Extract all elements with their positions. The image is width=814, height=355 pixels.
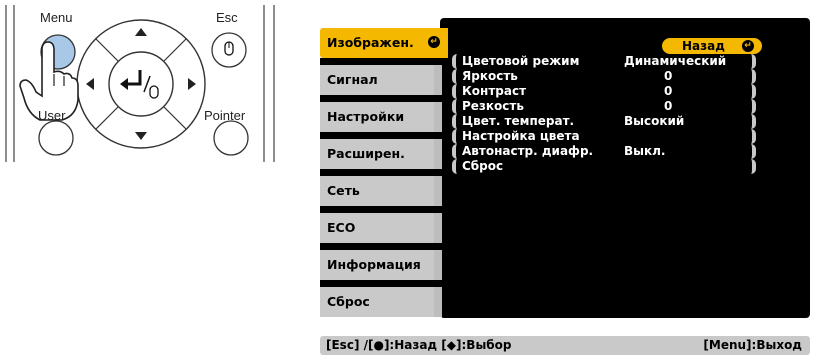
enter-icon: ↵ xyxy=(428,36,440,48)
tab-reset[interactable]: Сброс xyxy=(320,287,442,317)
tab-separator xyxy=(320,206,442,213)
back-button[interactable]: Назад ↵ xyxy=(662,38,762,54)
menu-item-brightness[interactable]: Яркость 0 xyxy=(452,69,756,84)
remote-control-drawing xyxy=(5,5,275,162)
help-exit-text: [Menu]:Выход xyxy=(703,338,802,352)
menu-item-color-temp[interactable]: Цвет. температ. Высокий xyxy=(452,114,756,129)
tab-label: ECO xyxy=(327,220,356,235)
tab-eco[interactable]: ECO xyxy=(320,213,442,243)
menu-item-value: 0 xyxy=(664,69,673,83)
menu-item-label: Сброс xyxy=(462,159,504,173)
menu-item-value: Выкл. xyxy=(624,144,666,158)
tab-separator xyxy=(320,58,442,65)
back-button-label: Назад xyxy=(682,39,725,53)
tab-separator xyxy=(320,243,442,250)
tab-signal[interactable]: Сигнал xyxy=(320,65,442,95)
menu-item-sharpness[interactable]: Резкость 0 xyxy=(452,99,756,114)
tab-separator xyxy=(320,95,442,102)
menu-item-label: Автонастр. диафр. xyxy=(462,144,594,158)
menu-item-color-mode[interactable]: Цветовой режим Динамический xyxy=(452,54,756,69)
menu-item-auto-iris[interactable]: Автонастр. диафр. Выкл. xyxy=(452,144,756,159)
tab-extended[interactable]: Расширен. xyxy=(320,139,442,169)
help-bar: [Esc] /[●]:Назад [◆]:Выбор [Menu]:Выход xyxy=(320,336,810,355)
tab-label: Расширен. xyxy=(327,146,405,161)
tab-settings[interactable]: Настройки xyxy=(320,102,442,132)
menu-item-label: Резкость xyxy=(462,99,524,113)
help-navigation-text: [Esc] /[●]:Назад [◆]:Выбор xyxy=(326,338,512,352)
tab-separator xyxy=(320,169,442,176)
menu-item-label: Настройка цвета xyxy=(462,129,580,143)
tab-network[interactable]: Сеть xyxy=(320,176,442,206)
menu-item-reset[interactable]: Сброс xyxy=(452,159,756,174)
menu-item-value: Динамический xyxy=(624,54,727,68)
esc-button-label: Esc xyxy=(216,10,238,25)
tab-label: Изображен. xyxy=(327,35,414,50)
tab-label: Настройки xyxy=(327,109,405,124)
enter-icon: ↵ xyxy=(742,40,754,52)
menu-item-value: 0 xyxy=(664,99,673,113)
tab-image[interactable]: Изображен. ↵ xyxy=(320,28,448,58)
menu-item-value: 0 xyxy=(664,84,673,98)
user-button-label: User xyxy=(38,108,66,123)
tab-label: Сигнал xyxy=(327,72,378,87)
menu-item-label: Яркость xyxy=(462,69,518,83)
submenu-panel: Назад ↵ Цветовой режим Динамический Ярко… xyxy=(440,18,810,318)
tab-separator xyxy=(320,132,442,139)
pointer-button-label: Pointer xyxy=(204,108,246,123)
remote-control-illustration: Menu Esc User Pointer xyxy=(0,0,300,170)
menu-item-label: Контраст xyxy=(462,84,527,98)
tab-label: Сеть xyxy=(327,183,360,198)
projector-menu: Назад ↵ Цветовой режим Динамический Ярко… xyxy=(320,18,810,318)
menu-item-label: Цветовой режим xyxy=(462,54,580,68)
menu-item-color-adjust[interactable]: Настройка цвета xyxy=(452,129,756,144)
menu-item-contrast[interactable]: Контраст 0 xyxy=(452,84,756,99)
tab-label: Информация xyxy=(327,257,421,272)
tab-label: Сброс xyxy=(327,294,370,309)
menu-button-label: Menu xyxy=(40,10,73,25)
menu-item-label: Цвет. температ. xyxy=(462,114,575,128)
menu-item-value: Высокий xyxy=(624,114,685,128)
tab-information[interactable]: Информация xyxy=(320,250,442,280)
tab-separator xyxy=(320,280,442,287)
